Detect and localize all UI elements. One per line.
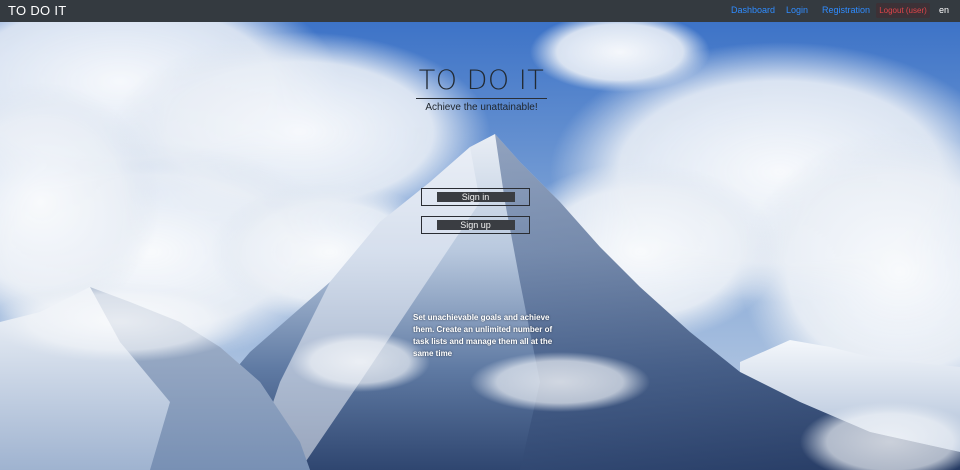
logout-label: Logout (user) — [879, 6, 927, 15]
sign-up-button[interactable]: Sign up — [421, 216, 530, 234]
title-underline — [416, 98, 547, 99]
navbar-brand[interactable]: TO DO IT — [8, 3, 67, 18]
nav-dashboard-link[interactable]: Dashboard — [731, 5, 775, 15]
logout-button[interactable]: Logout (user) — [876, 3, 930, 18]
hero-description: Set unachievable goals and achieve them.… — [413, 313, 553, 358]
sign-up-label: Sign up — [460, 220, 491, 230]
language-selector[interactable]: en — [939, 5, 949, 15]
navbar: TO DO IT Dashboard Login Registration Lo… — [0, 0, 960, 22]
hero-title: TO DO IT — [418, 65, 545, 96]
hero-content: TO DO IT Achieve the unattainable! Sign … — [0, 0, 960, 470]
sign-in-button[interactable]: Sign in — [421, 188, 530, 206]
sign-in-label: Sign in — [461, 192, 490, 202]
hero-subtitle: Achieve the unattainable! — [425, 102, 538, 113]
nav-login-link[interactable]: Login — [786, 5, 808, 15]
nav-registration-link[interactable]: Registration — [822, 5, 870, 15]
